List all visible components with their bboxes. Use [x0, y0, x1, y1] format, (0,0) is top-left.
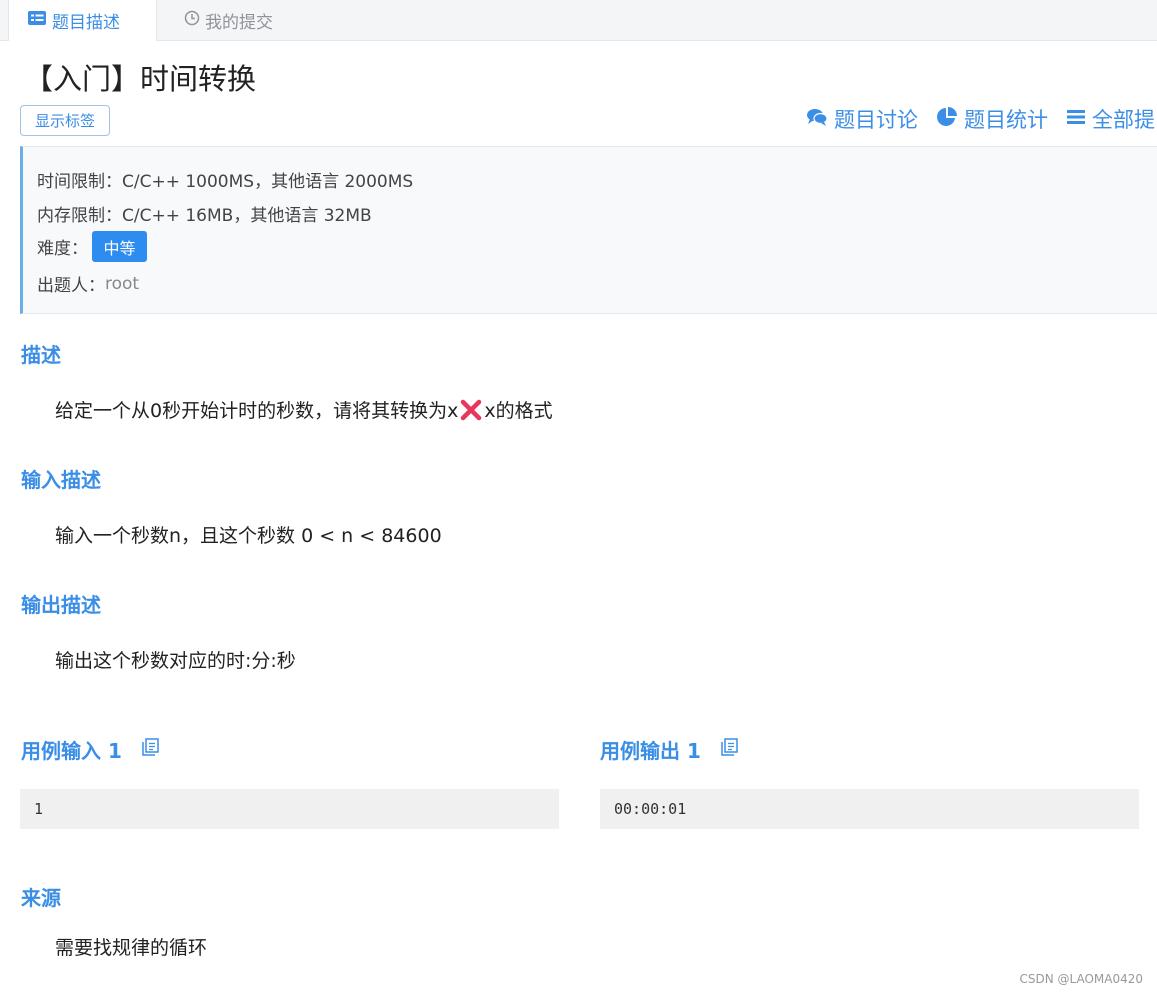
input-description-text: 输入一个秒数n，且这个秒数 0 < n < 84600: [55, 525, 442, 547]
list-icon: [27, 10, 47, 31]
tab-my-submissions[interactable]: 我的提交: [184, 0, 273, 40]
sample-output-label: 用例输出 1: [600, 739, 701, 763]
time-limit: 时间限制：C/C++ 1000MS，其他语言 2000MS: [37, 172, 414, 192]
input-description-heading: 输入描述: [21, 468, 101, 492]
bars-icon: [1066, 107, 1092, 131]
tab-label: 我的提交: [205, 12, 273, 33]
sample-output-heading: 用例输出 1: [600, 735, 739, 764]
difficulty-label: 难度：: [37, 239, 88, 259]
sample-input-heading: 用例输入 1: [21, 735, 160, 764]
sample-output-box: 00:00:01: [600, 789, 1139, 829]
watermark: CSDN @LAOMA0420: [1019, 972, 1143, 986]
clock-icon: [184, 10, 200, 31]
comments-icon: [806, 107, 834, 132]
all-submissions-link[interactable]: 全部提: [1066, 104, 1155, 134]
output-description-heading: 输出描述: [21, 593, 101, 617]
stats-label: 题目统计: [964, 108, 1048, 132]
problem-info-box: 时间限制：C/C++ 1000MS，其他语言 2000MS 内存限制：C/C++…: [20, 146, 1157, 314]
discuss-label: 题目讨论: [834, 108, 918, 132]
difficulty-badge: 中等: [92, 231, 147, 262]
copy-icon[interactable]: [140, 737, 160, 762]
author-label: 出题人：: [37, 276, 105, 296]
description-text: 给定一个从0秒开始计时的秒数，请将其转换为x x的格式: [55, 396, 553, 423]
source-text: 需要找规律的循环: [55, 937, 208, 959]
show-tags-button[interactable]: 显示标签: [20, 105, 110, 136]
sample-input-box: 1: [20, 789, 559, 829]
output-description-text: 输出这个秒数对应的时:分:秒: [55, 650, 296, 672]
tab-label: 题目描述: [52, 13, 120, 33]
memory-limit: 内存限制：C/C++ 16MB，其他语言 32MB: [37, 206, 372, 226]
description-text-after: x的格式: [484, 400, 553, 422]
description-heading: 描述: [21, 343, 61, 367]
all-label: 全部提: [1092, 108, 1155, 132]
discuss-link[interactable]: 题目讨论: [806, 104, 918, 134]
copy-icon[interactable]: [719, 737, 739, 762]
difficulty-row: 难度： 中等: [37, 231, 147, 262]
stats-link[interactable]: 题目统计: [936, 104, 1048, 134]
pie-chart-icon: [936, 106, 964, 133]
author-row: 出题人： root: [37, 271, 140, 297]
tab-problem-description[interactable]: 题目描述: [8, 0, 157, 41]
author-value: root: [105, 273, 140, 294]
source-heading: 来源: [21, 886, 61, 910]
tab-bar: 题目描述 我的提交: [0, 0, 1157, 41]
page-title: 【入门】时间转换: [24, 62, 257, 96]
sample-input-label: 用例输入 1: [21, 739, 122, 763]
cross-mark-icon: [460, 399, 482, 421]
description-text-before: 给定一个从0秒开始计时的秒数，请将其转换为x: [55, 400, 459, 422]
